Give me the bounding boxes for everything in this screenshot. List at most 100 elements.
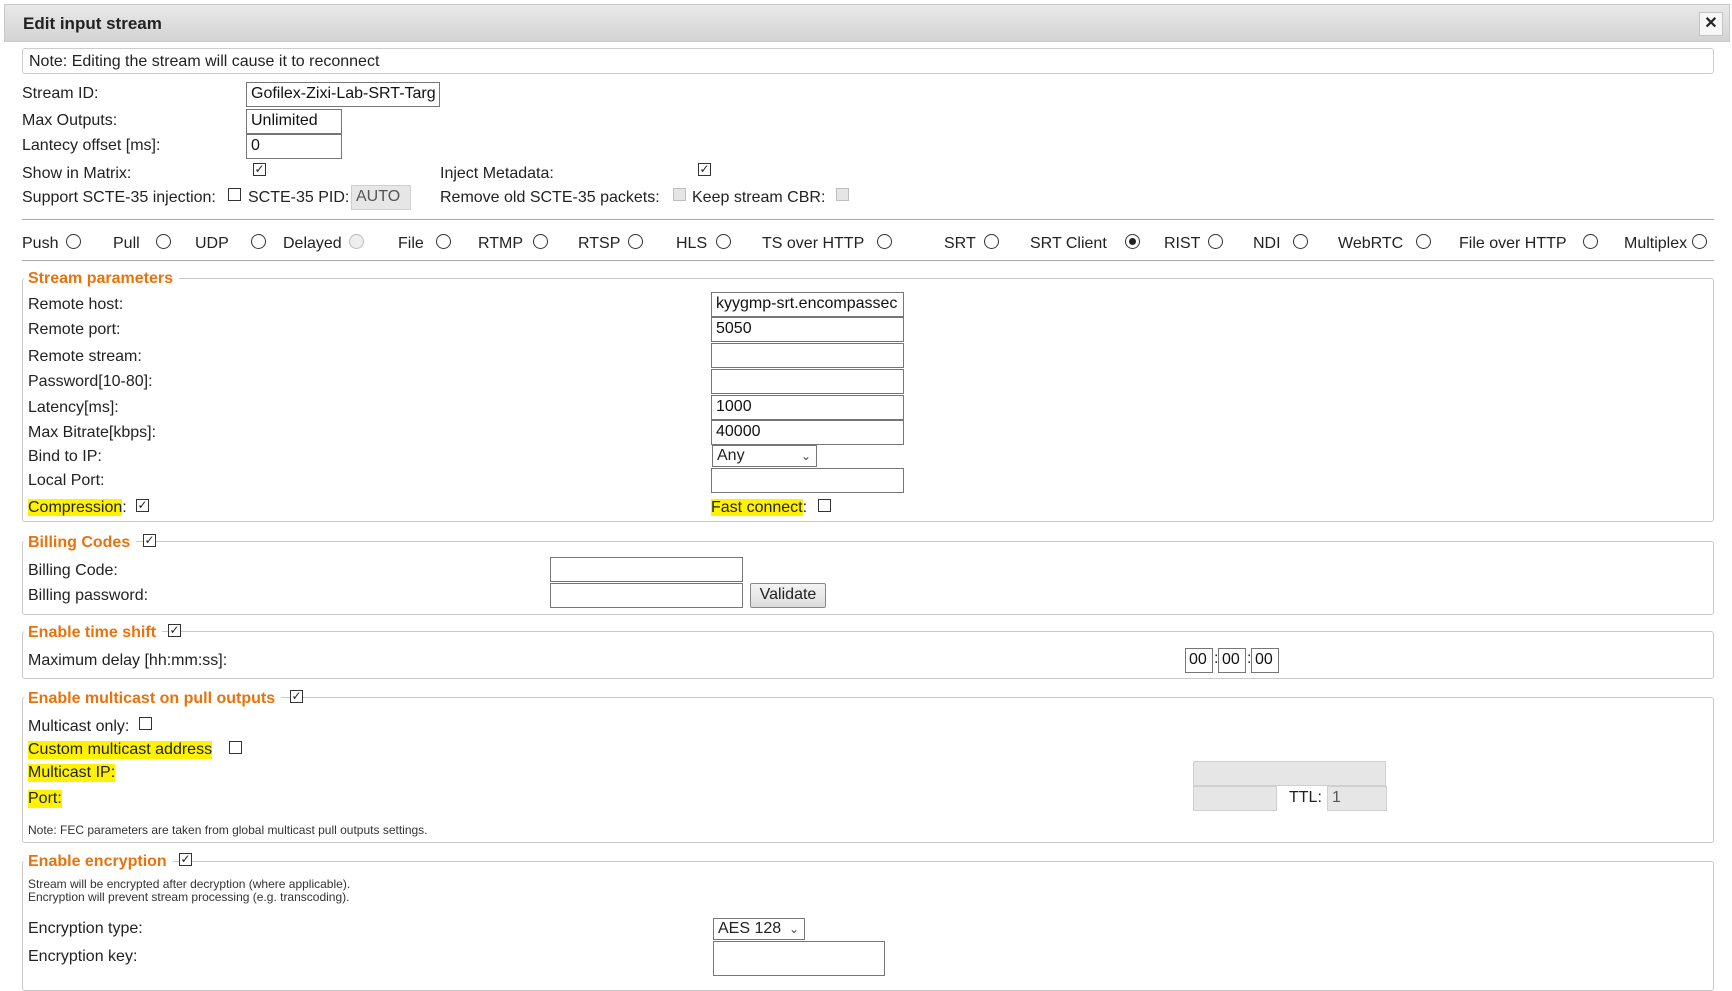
protocol-radio[interactable] (1692, 234, 1707, 249)
protocol-radio[interactable] (251, 234, 266, 249)
scte35-pid-input[interactable]: AUTO (351, 185, 411, 210)
multicast-port-input[interactable] (1193, 786, 1277, 811)
encryption-key-textarea[interactable] (713, 941, 885, 976)
billing-code-input[interactable] (550, 557, 743, 582)
latency-offset-input[interactable]: 0 (246, 134, 342, 159)
encryption-type-value: AES 128 (718, 920, 782, 937)
validate-button[interactable]: Validate (750, 583, 826, 608)
multicast-checkbox[interactable]: ✓ (290, 690, 303, 703)
protocol-radio[interactable] (436, 234, 451, 249)
ttl-label: TTL: (1289, 789, 1322, 806)
fast-connect-label: Fast connect (711, 499, 803, 516)
remote-port-label: Remote port: (28, 321, 121, 338)
keep-cbr-checkbox[interactable] (836, 188, 849, 201)
protocol-radio[interactable] (877, 234, 892, 249)
protocol-label: RTMP (478, 235, 524, 252)
bind-ip-select[interactable]: Any ⌄ (712, 445, 817, 467)
latency-input[interactable]: 1000 (711, 395, 904, 420)
max-delay-label: Maximum delay [hh:mm:ss]: (28, 652, 228, 669)
chevron-down-icon: ⌄ (788, 922, 799, 936)
max-bitrate-label: Max Bitrate[kbps]: (28, 424, 157, 441)
encryption-type-select[interactable]: AES 128 ⌄ (713, 918, 805, 940)
remote-stream-input[interactable] (711, 343, 904, 368)
stream-id-input[interactable]: Gofilex-Zixi-Lab-SRT-Targ (246, 82, 440, 107)
show-in-matrix-checkbox[interactable]: ✓ (253, 163, 266, 176)
stream-parameters-legend: Stream parameters (24, 270, 179, 288)
compression-label: Compression (28, 499, 123, 516)
encryption-note-2: Encryption will prevent stream processin… (28, 890, 350, 904)
protocol-label: SRT (944, 235, 976, 252)
ttl-input[interactable]: 1 (1327, 786, 1387, 811)
compression-label-row: Compression: (28, 499, 127, 516)
protocol-label: UDP (195, 235, 229, 252)
remote-stream-label: Remote stream: (28, 348, 142, 365)
time-shift-legend: Enable time shift (24, 624, 163, 642)
protocol-radio[interactable] (533, 234, 548, 249)
protocol-radio[interactable] (1416, 234, 1431, 249)
inject-metadata-label: Inject Metadata: (440, 165, 554, 182)
dialog-titlebar[interactable]: Edit input stream ✕ (4, 4, 1730, 42)
remove-scte35-checkbox[interactable] (673, 188, 686, 201)
protocol-label: File over HTTP (1459, 235, 1567, 252)
protocol-radio[interactable] (156, 234, 171, 249)
chevron-down-icon: ⌄ (800, 449, 811, 463)
multicast-fieldset (22, 697, 1714, 843)
delay-hours-input[interactable]: 00 (1185, 648, 1213, 673)
protocol-radio[interactable] (716, 234, 731, 249)
show-in-matrix-label: Show in Matrix: (22, 165, 132, 182)
fec-note: Note: FEC parameters are taken from glob… (28, 823, 428, 837)
protocol-radio[interactable] (66, 234, 81, 249)
billing-password-input[interactable] (550, 583, 743, 608)
scte35-pid-label: SCTE-35 PID: (248, 189, 350, 206)
protocol-radio[interactable] (984, 234, 999, 249)
protocol-radio[interactable] (349, 234, 364, 249)
time-shift-fieldset (22, 631, 1714, 679)
max-outputs-input[interactable]: Unlimited (246, 109, 342, 134)
billing-password-label: Billing password: (28, 587, 149, 604)
multicast-only-checkbox[interactable] (139, 717, 152, 730)
encryption-checkbox[interactable]: ✓ (179, 853, 192, 866)
divider (22, 219, 1714, 220)
scte35-checkbox[interactable] (228, 188, 241, 201)
remove-scte35-label: Remove old SCTE-35 packets: (440, 189, 660, 206)
max-bitrate-input[interactable]: 40000 (711, 420, 904, 445)
local-port-input[interactable] (711, 468, 904, 493)
protocol-radio[interactable] (1293, 234, 1308, 249)
multicast-ip-input[interactable] (1193, 761, 1386, 786)
delay-minutes-input[interactable]: 00 (1218, 648, 1246, 673)
divider (22, 260, 1714, 261)
encryption-type-label: Encryption type: (28, 920, 143, 937)
protocol-label: WebRTC (1338, 235, 1404, 252)
fast-connect-label-row: Fast connect: (711, 499, 808, 516)
compression-checkbox[interactable]: ✓ (136, 499, 149, 512)
remote-port-input[interactable]: 5050 (711, 317, 904, 342)
protocol-radio[interactable] (1125, 234, 1140, 249)
bind-ip-label: Bind to IP: (28, 448, 102, 465)
protocol-radio[interactable] (1208, 234, 1223, 249)
custom-multicast-label: Custom multicast address (28, 741, 213, 759)
remote-host-input[interactable]: kyygmp-srt.encompassec (711, 292, 904, 317)
time-shift-checkbox[interactable]: ✓ (168, 624, 181, 637)
keep-cbr-label: Keep stream CBR: (692, 189, 826, 206)
protocol-label: RTSP (578, 235, 621, 252)
password-label: Password[10-80]: (28, 373, 153, 390)
reconnect-note-box: Note: Editing the stream will cause it t… (22, 48, 1714, 74)
password-input[interactable] (711, 369, 904, 394)
reconnect-note: Note: Editing the stream will cause it t… (29, 53, 380, 70)
delay-seconds-input[interactable]: 00 (1251, 648, 1279, 673)
custom-multicast-checkbox[interactable] (229, 741, 242, 754)
billing-codes-checkbox[interactable]: ✓ (143, 534, 156, 547)
multicast-ip-label: Multicast IP: (28, 764, 116, 782)
multicast-port-label: Port: (28, 790, 62, 808)
protocol-radio[interactable] (628, 234, 643, 249)
protocol-radio[interactable] (1583, 234, 1598, 249)
billing-code-label: Billing Code: (28, 562, 118, 579)
inject-metadata-checkbox[interactable]: ✓ (698, 163, 711, 176)
protocol-label: Pull (113, 235, 140, 252)
close-icon[interactable]: ✕ (1699, 12, 1723, 36)
dialog-title: Edit input stream (23, 14, 162, 33)
fast-connect-checkbox[interactable] (818, 499, 831, 512)
protocol-label: TS over HTTP (762, 235, 865, 252)
scte35-label: Support SCTE-35 injection: (22, 189, 216, 206)
edit-input-stream-dialog: Edit input stream ✕ Note: Editing the st… (0, 0, 1732, 991)
